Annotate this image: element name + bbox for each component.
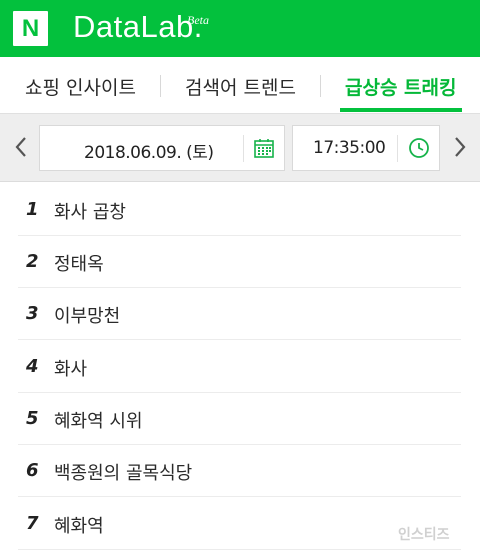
keyword-link[interactable]: 화사 (54, 355, 87, 381)
list-item[interactable]: 4 화사 (18, 341, 461, 393)
tab-search-trend[interactable]: 검색어 트렌드 (185, 73, 296, 100)
rank-number: 6 (26, 460, 39, 481)
rank-number: 7 (26, 513, 39, 534)
tab-divider (160, 75, 161, 97)
active-tab-indicator (340, 108, 462, 112)
tab-bar: 쇼핑 인사이트 검색어 트렌드 급상승 트래킹 (0, 57, 480, 113)
calendar-icon[interactable] (253, 137, 275, 163)
keyword-link[interactable]: 혜화역 시위 (54, 407, 143, 433)
naver-logo[interactable]: N (13, 11, 48, 46)
tab-shopping-insight[interactable]: 쇼핑 인사이트 (25, 73, 136, 100)
rank-number: 3 (26, 303, 39, 324)
clock-icon[interactable] (408, 137, 430, 163)
list-item[interactable]: 3 이부망천 (18, 288, 461, 340)
list-item[interactable]: 6 백종원의 골목식당 (18, 445, 461, 497)
divider (397, 135, 398, 162)
list-item[interactable]: 2 정태옥 (18, 236, 461, 288)
watermark: 인스티즈 (398, 527, 450, 543)
keyword-link[interactable]: 이부망천 (54, 302, 120, 328)
chevron-left-icon[interactable] (13, 134, 29, 165)
list-item[interactable]: 1 화사 곱창 (18, 184, 461, 236)
date-value: 2018.06.09. (토) (84, 143, 214, 163)
datalab-title[interactable]: DataLab. (73, 9, 203, 45)
divider (243, 135, 244, 162)
date-picker[interactable]: 2018.06.09. (토) (39, 125, 285, 171)
beta-label: Beta (187, 13, 209, 27)
rank-number: 5 (26, 408, 39, 429)
rank-number: 2 (26, 251, 39, 272)
date-time-bar: 2018.06.09. (토) 17:35:00 (0, 113, 480, 182)
time-value: 17:35:00 (313, 138, 386, 158)
tab-rising-tracking[interactable]: 급상승 트래킹 (345, 73, 457, 100)
chevron-right-icon[interactable] (452, 134, 468, 165)
tab-divider (320, 75, 321, 97)
rank-number: 1 (26, 199, 39, 220)
rank-number: 4 (26, 356, 39, 377)
list-item[interactable]: 7 혜화역 (18, 498, 461, 550)
time-picker[interactable]: 17:35:00 (292, 125, 440, 171)
keyword-link[interactable]: 백종원의 골목식당 (54, 459, 192, 485)
keyword-link[interactable]: 정태옥 (54, 250, 104, 276)
keyword-link[interactable]: 화사 곱창 (54, 198, 126, 224)
list-item[interactable]: 5 혜화역 시위 (18, 393, 461, 445)
keyword-link[interactable]: 혜화역 (54, 512, 104, 538)
top-header-bar: N DataLab. Beta (0, 0, 480, 57)
